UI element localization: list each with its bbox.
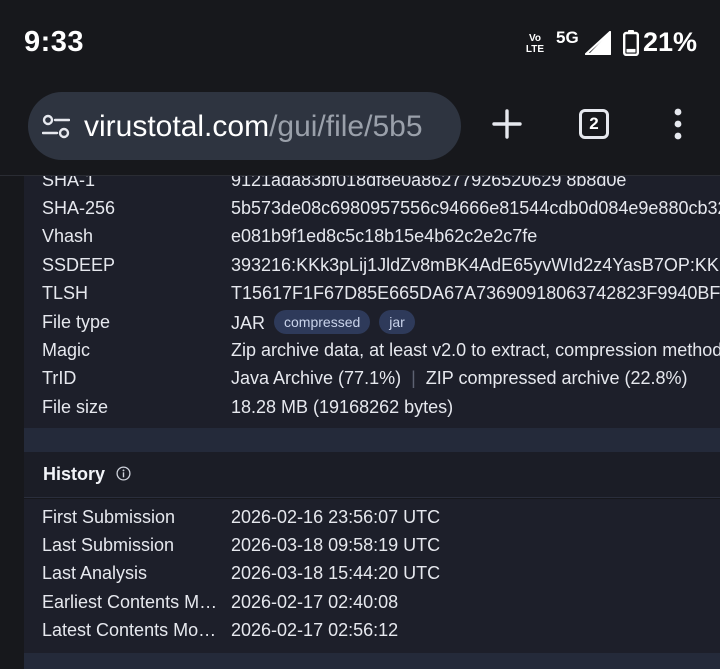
url-domain: virustotal.com: [84, 110, 270, 143]
section-divider: [24, 653, 720, 669]
overflow-menu-icon: [674, 108, 682, 140]
history-value: 2026-03-18 09:58:19 UTC: [231, 535, 441, 555]
value-divider: |: [411, 368, 416, 388]
detail-value[interactable]: 18.28 MB (19168262 bytes): [231, 397, 453, 418]
network-type: 5G: [556, 28, 579, 47]
detail-label: File size: [42, 397, 109, 417]
trid-value-2: ZIP compressed archive (22.8%): [425, 368, 688, 388]
info-icon[interactable]: [116, 466, 131, 481]
browser-toolbar: virustotal.com/gui/file/5b5 2: [0, 86, 720, 176]
detail-value[interactable]: e081b9f1ed8c5c18b15e4b62c2e2c7fe: [231, 226, 537, 247]
history-card: First Submission 2026-02-16 23:56:07 UTC…: [24, 499, 720, 653]
history-header: History: [24, 452, 720, 498]
signal-icon: [585, 31, 611, 55]
tag-jar[interactable]: jar: [379, 310, 415, 334]
history-label: Latest Contents Modification: [42, 620, 224, 640]
history-value: 2026-02-17 02:40:08: [231, 592, 399, 612]
detail-value[interactable]: 393216:KKk3pLij1JldZv8mBK4AdE65yvWId2z4Y…: [231, 255, 720, 276]
volte-icon: Vo LTE: [525, 33, 545, 55]
trid-value-1: Java Archive (77.1%): [231, 368, 402, 388]
history-label: Last Submission: [42, 535, 175, 555]
history-value: 2026-02-16 23:56:07 UTC: [231, 507, 441, 527]
new-tab-button[interactable]: [487, 104, 527, 144]
plus-icon: [492, 109, 522, 139]
history-label: First Submission: [42, 507, 176, 527]
detail-label: TLSH: [42, 283, 89, 303]
page-content[interactable]: SHA-1 9121ada83bf018df8e0a86277926520629…: [0, 176, 720, 669]
detail-value[interactable]: Zip archive data, at least v2.0 to extra…: [231, 340, 720, 361]
detail-value[interactable]: 5b573de08c6980957556c94666e81544cdb0d084…: [231, 198, 720, 219]
url-text[interactable]: virustotal.com/gui/file/5b5: [84, 110, 423, 144]
detail-value: JAR compressed jar: [231, 310, 415, 336]
history-value: 2026-02-17 02:56:12: [231, 620, 399, 640]
section-divider: [24, 428, 720, 452]
battery-icon: [623, 30, 639, 56]
address-bar[interactable]: virustotal.com/gui/file/5b5: [28, 92, 461, 160]
detail-label: Vhash: [42, 226, 94, 246]
file-type-value: JAR: [231, 313, 266, 333]
overflow-menu-button[interactable]: [658, 104, 698, 144]
history-value: 2026-03-18 15:44:20 UTC: [231, 563, 441, 583]
detail-value[interactable]: T15617F1F67D85E665DA67A73690918063742823…: [231, 283, 720, 304]
site-settings-icon[interactable]: [42, 114, 70, 140]
status-bar: 9:33 Vo LTE 5G 21%: [0, 0, 720, 86]
tab-switcher-icon: 2: [579, 109, 609, 139]
detail-label: SSDEEP: [42, 255, 116, 275]
history-label: Earliest Contents Modification: [42, 592, 224, 612]
tab-switcher-button[interactable]: 2: [574, 104, 614, 144]
detail-value: Java Archive (77.1%) | ZIP compressed arch…: [231, 368, 688, 389]
history-label: Last Analysis: [42, 563, 148, 583]
url-path: /gui/file/5b5: [269, 110, 423, 143]
detail-value[interactable]: 9121ada83bf018df8e0a86277926520629 8b8d0…: [231, 176, 626, 191]
basic-properties-card: SHA-1 9121ada83bf018df8e0a86277926520629…: [24, 176, 720, 428]
history-title: History: [43, 464, 106, 484]
tag-compressed[interactable]: compressed: [274, 310, 371, 334]
battery-percent: 21%: [643, 27, 698, 57]
detail-label: SHA-1: [42, 176, 96, 190]
detail-label: SHA-256: [42, 198, 116, 218]
detail-label: File type: [42, 312, 111, 332]
detail-label: Magic: [42, 340, 91, 360]
detail-label: TrID: [42, 368, 77, 388]
clock: 9:33: [24, 26, 85, 58]
